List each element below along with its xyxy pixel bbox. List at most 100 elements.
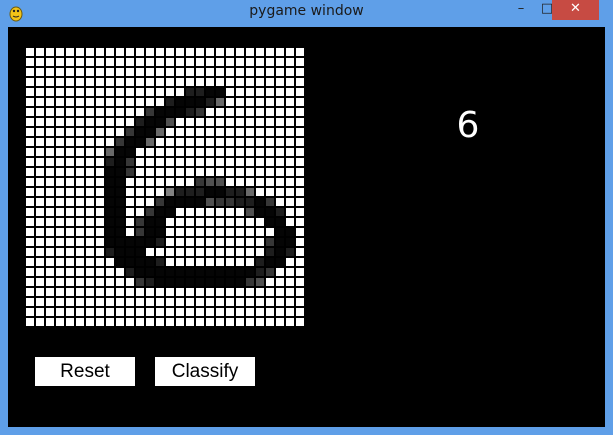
- grid-cell[interactable]: [46, 138, 54, 146]
- grid-cell[interactable]: [46, 258, 54, 266]
- grid-cell[interactable]: [296, 318, 304, 326]
- grid-cell[interactable]: [196, 318, 204, 326]
- grid-cell[interactable]: [36, 218, 44, 226]
- grid-cell[interactable]: [176, 58, 184, 66]
- grid-cell[interactable]: [206, 318, 214, 326]
- grid-cell[interactable]: [146, 308, 154, 316]
- grid-cell[interactable]: [166, 318, 174, 326]
- grid-cell[interactable]: [26, 238, 34, 246]
- grid-cell[interactable]: [216, 278, 224, 286]
- grid-cell[interactable]: [256, 208, 264, 216]
- grid-cell[interactable]: [136, 318, 144, 326]
- grid-cell[interactable]: [136, 138, 144, 146]
- grid-cell[interactable]: [116, 248, 124, 256]
- grid-cell[interactable]: [86, 138, 94, 146]
- grid-cell[interactable]: [76, 268, 84, 276]
- grid-cell[interactable]: [116, 218, 124, 226]
- grid-cell[interactable]: [106, 228, 114, 236]
- grid-cell[interactable]: [26, 208, 34, 216]
- grid-cell[interactable]: [156, 248, 164, 256]
- grid-cell[interactable]: [156, 218, 164, 226]
- grid-cell[interactable]: [96, 48, 104, 56]
- grid-cell[interactable]: [286, 248, 294, 256]
- grid-cell[interactable]: [96, 128, 104, 136]
- grid-cell[interactable]: [116, 148, 124, 156]
- grid-cell[interactable]: [86, 128, 94, 136]
- grid-cell[interactable]: [96, 138, 104, 146]
- grid-cell[interactable]: [296, 118, 304, 126]
- grid-cell[interactable]: [226, 258, 234, 266]
- grid-cell[interactable]: [266, 118, 274, 126]
- grid-cell[interactable]: [246, 258, 254, 266]
- grid-cell[interactable]: [216, 118, 224, 126]
- grid-cell[interactable]: [296, 168, 304, 176]
- grid-cell[interactable]: [276, 268, 284, 276]
- grid-cell[interactable]: [186, 158, 194, 166]
- grid-cell[interactable]: [106, 188, 114, 196]
- grid-cell[interactable]: [166, 248, 174, 256]
- grid-cell[interactable]: [166, 218, 174, 226]
- grid-cell[interactable]: [126, 78, 134, 86]
- grid-cell[interactable]: [126, 208, 134, 216]
- grid-cell[interactable]: [126, 48, 134, 56]
- grid-cell[interactable]: [66, 48, 74, 56]
- grid-cell[interactable]: [236, 238, 244, 246]
- grid-cell[interactable]: [206, 158, 214, 166]
- grid-cell[interactable]: [216, 158, 224, 166]
- grid-cell[interactable]: [246, 158, 254, 166]
- grid-cell[interactable]: [136, 308, 144, 316]
- grid-cell[interactable]: [86, 58, 94, 66]
- grid-cell[interactable]: [186, 288, 194, 296]
- grid-cell[interactable]: [156, 278, 164, 286]
- grid-cell[interactable]: [226, 208, 234, 216]
- grid-cell[interactable]: [196, 188, 204, 196]
- grid-cell[interactable]: [236, 158, 244, 166]
- grid-cell[interactable]: [296, 198, 304, 206]
- grid-cell[interactable]: [236, 48, 244, 56]
- grid-cell[interactable]: [156, 88, 164, 96]
- grid-cell[interactable]: [156, 188, 164, 196]
- grid-cell[interactable]: [146, 278, 154, 286]
- grid-cell[interactable]: [236, 108, 244, 116]
- grid-cell[interactable]: [296, 88, 304, 96]
- grid-cell[interactable]: [266, 128, 274, 136]
- grid-cell[interactable]: [216, 298, 224, 306]
- grid-cell[interactable]: [286, 88, 294, 96]
- grid-cell[interactable]: [276, 118, 284, 126]
- grid-cell[interactable]: [256, 48, 264, 56]
- grid-cell[interactable]: [56, 188, 64, 196]
- grid-cell[interactable]: [246, 58, 254, 66]
- grid-cell[interactable]: [46, 198, 54, 206]
- grid-cell[interactable]: [46, 58, 54, 66]
- grid-cell[interactable]: [226, 68, 234, 76]
- grid-cell[interactable]: [66, 228, 74, 236]
- grid-cell[interactable]: [276, 278, 284, 286]
- grid-cell[interactable]: [286, 78, 294, 86]
- grid-cell[interactable]: [136, 88, 144, 96]
- grid-cell[interactable]: [176, 288, 184, 296]
- grid-cell[interactable]: [236, 68, 244, 76]
- grid-cell[interactable]: [176, 148, 184, 156]
- grid-cell[interactable]: [126, 128, 134, 136]
- grid-cell[interactable]: [26, 78, 34, 86]
- grid-cell[interactable]: [276, 218, 284, 226]
- grid-cell[interactable]: [86, 78, 94, 86]
- grid-cell[interactable]: [236, 168, 244, 176]
- grid-cell[interactable]: [246, 48, 254, 56]
- grid-cell[interactable]: [236, 228, 244, 236]
- grid-cell[interactable]: [76, 278, 84, 286]
- grid-cell[interactable]: [96, 58, 104, 66]
- grid-cell[interactable]: [226, 88, 234, 96]
- grid-cell[interactable]: [86, 68, 94, 76]
- grid-cell[interactable]: [146, 138, 154, 146]
- grid-cell[interactable]: [176, 208, 184, 216]
- grid-cell[interactable]: [266, 308, 274, 316]
- grid-cell[interactable]: [56, 108, 64, 116]
- grid-cell[interactable]: [286, 138, 294, 146]
- grid-cell[interactable]: [126, 168, 134, 176]
- grid-cell[interactable]: [66, 188, 74, 196]
- grid-cell[interactable]: [66, 88, 74, 96]
- grid-cell[interactable]: [86, 238, 94, 246]
- grid-cell[interactable]: [106, 238, 114, 246]
- grid-cell[interactable]: [156, 228, 164, 236]
